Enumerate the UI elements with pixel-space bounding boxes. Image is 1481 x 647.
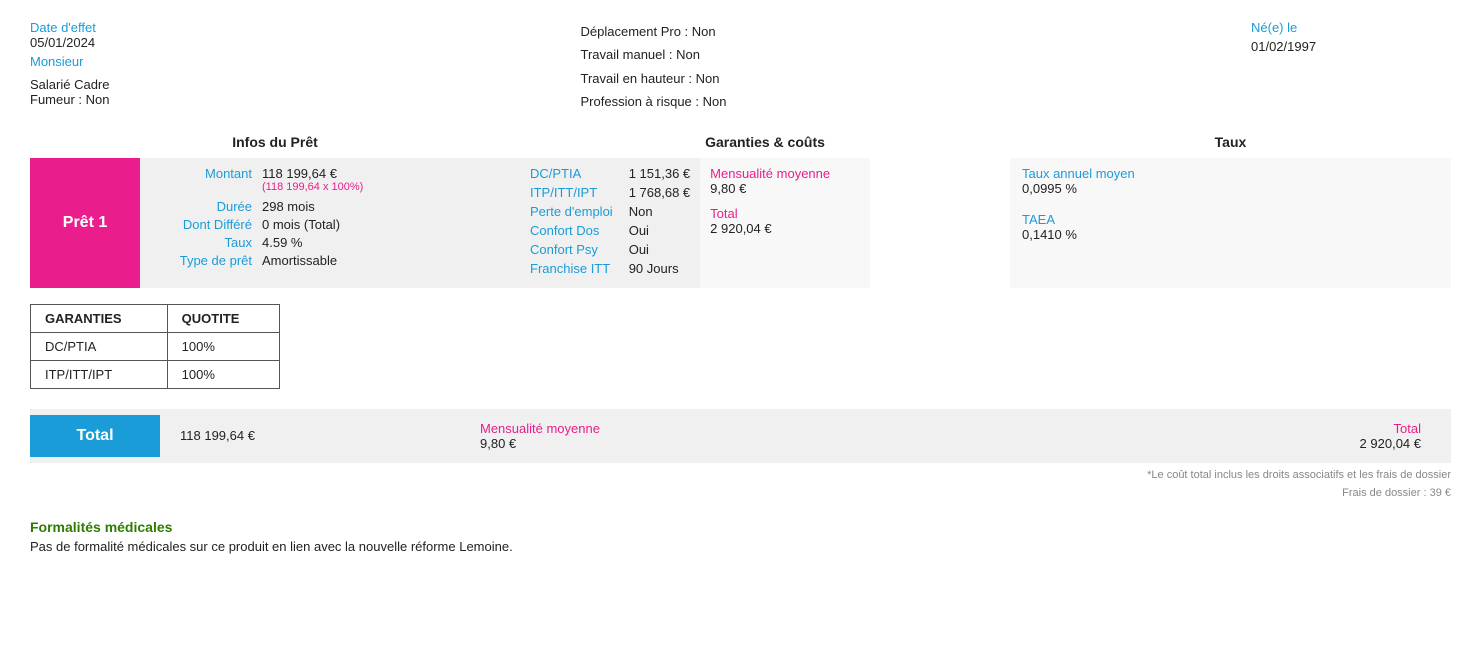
taea-row: TAEA 0,1410 %: [1022, 212, 1439, 242]
pret-label-box: Prêt 1: [30, 158, 140, 288]
garantie-perte-label: Perte d'emploi: [530, 204, 613, 219]
taea-label: TAEA: [1022, 212, 1122, 227]
garanties-left: DC/PTIA ITP/ITT/IPT Perte d'emploi Confo…: [520, 158, 700, 288]
salarie: Salarié Cadre Fumeur : Non: [30, 77, 210, 107]
garantie-dc-ptia-val: 1 151,36 €: [629, 166, 690, 181]
infos-pret-container: Prêt 1 Montant 118 199,64 € (118 199,64 …: [30, 158, 520, 288]
garantie-confort-psy-val: Oui: [629, 242, 690, 257]
mensualite-value: 9,80 €: [710, 181, 860, 196]
pret-details: Montant 118 199,64 € (118 199,64 x 100%)…: [140, 158, 520, 288]
taux-label: Taux: [152, 235, 252, 250]
taea-value: 0,1410 %: [1022, 227, 1122, 242]
pret-block: Prêt 1 Montant 118 199,64 € (118 199,64 …: [30, 158, 520, 288]
dont-differe-value: 0 mois (Total): [262, 217, 508, 232]
taux-annuel-label: Taux annuel moyen: [1022, 166, 1135, 181]
footnote2: Frais de dossier : 39 €: [30, 487, 1451, 499]
table-row: DC/PTIA 100%: [31, 332, 280, 360]
garantie-franchise-val: 90 Jours: [629, 261, 690, 276]
total-block: Total 2 920,04 €: [710, 206, 860, 236]
total-bar-total-label: Total: [1360, 421, 1421, 436]
taea-block: TAEA 0,1410 %: [1022, 212, 1122, 242]
garanties-middle: Mensualité moyenne 9,80 € Total 2 920,04…: [700, 158, 870, 288]
infos-pret-title: Infos du Prêt: [30, 134, 520, 150]
col-garanties: GARANTIES: [31, 304, 168, 332]
garanties-container: DC/PTIA ITP/ITT/IPT Perte d'emploi Confo…: [520, 158, 1010, 288]
date-label: Date d'effet: [30, 20, 210, 35]
quotite-table: GARANTIES QUOTITE DC/PTIA 100% ITP/ITT/I…: [30, 304, 280, 389]
mensualite-label: Mensualité moyenne: [710, 166, 860, 181]
mensualite-block: Mensualité moyenne 9,80 €: [710, 166, 860, 196]
taux-value: 4.59 %: [262, 235, 508, 250]
total-label: Total: [710, 206, 860, 221]
row1-quotite: 100%: [167, 332, 279, 360]
garantie-confort-dos-label: Confort Dos: [530, 223, 613, 238]
garantie-confort-psy-label: Confort Psy: [530, 242, 613, 257]
garantie-itp-val: 1 768,68 €: [629, 185, 690, 200]
main-block: Prêt 1 Montant 118 199,64 € (118 199,64 …: [30, 158, 1451, 288]
header-center: Déplacement Pro : Non Travail manuel : N…: [581, 20, 881, 114]
dont-differe-label: Dont Différé: [152, 217, 252, 232]
montant-label: Montant: [152, 166, 252, 196]
civilite: Monsieur: [30, 54, 210, 69]
taux-container: Taux annuel moyen 0,0995 % TAEA 0,1410 %: [1010, 158, 1451, 288]
duree-row: Durée 298 mois: [152, 199, 508, 214]
taux-annuel-row: Taux annuel moyen 0,0995 %: [1022, 166, 1439, 196]
total-bar-middle: Mensualité moyenne 9,80 €: [460, 409, 1330, 463]
date-value: 05/01/2024: [30, 35, 210, 50]
montant-sub: (118 199,64 x 100%): [262, 181, 508, 193]
taux-annuel-block: Taux annuel moyen 0,0995 %: [1022, 166, 1135, 196]
col-quotite: QUOTITE: [167, 304, 279, 332]
ne-date: 01/02/1997: [1251, 39, 1451, 54]
center-info: Déplacement Pro : Non Travail manuel : N…: [581, 20, 881, 114]
garantie-confort-dos-val: Oui: [629, 223, 690, 238]
travail-hauteur: Travail en hauteur : Non: [581, 67, 881, 90]
garantie-dc-ptia-label: DC/PTIA: [530, 166, 613, 181]
formalites-section: Formalités médicales Pas de formalité mé…: [30, 519, 1451, 554]
pret-label: Prêt 1: [63, 214, 107, 232]
formalites-title: Formalités médicales: [30, 519, 1451, 535]
total-mensualite-value: 9,80 €: [480, 436, 1310, 451]
garantie-perte-val: Non: [629, 204, 690, 219]
taux-row: Taux 4.59 %: [152, 235, 508, 250]
garantie-itp-label: ITP/ITT/IPT: [530, 185, 613, 200]
total-bar-right: Total 2 920,04 €: [1330, 409, 1451, 463]
total-value: 2 920,04 €: [710, 221, 860, 236]
header-section: Date d'effet 05/01/2024 Monsieur Salarié…: [30, 20, 1451, 114]
total-bar-total-value: 2 920,04 €: [1360, 436, 1421, 451]
formalites-text: Pas de formalité médicales sur ce produi…: [30, 539, 1451, 554]
row2-garantie: ITP/ITT/IPT: [31, 360, 168, 388]
total-bar: Total 118 199,64 € Mensualité moyenne 9,…: [30, 409, 1451, 463]
quotite-section: GARANTIES QUOTITE DC/PTIA 100% ITP/ITT/I…: [30, 304, 1451, 389]
profession-risque: Profession à risque : Non: [581, 90, 881, 113]
table-row: ITP/ITT/IPT 100%: [31, 360, 280, 388]
ne-label: Né(e) le: [1251, 20, 1451, 35]
garanties-block: DC/PTIA ITP/ITT/IPT Perte d'emploi Confo…: [520, 158, 1010, 288]
dont-differe-row: Dont Différé 0 mois (Total): [152, 217, 508, 232]
taux-block: Taux annuel moyen 0,0995 % TAEA 0,1410 %: [1010, 158, 1451, 288]
montant-value-block: 118 199,64 € (118 199,64 x 100%): [262, 166, 508, 196]
header-left: Date d'effet 05/01/2024 Monsieur Salarié…: [30, 20, 210, 114]
type-pret-value: Amortissable: [262, 253, 508, 268]
header-right: Né(e) le 01/02/1997: [1251, 20, 1451, 114]
footnote1: *Le coût total inclus les droits associa…: [30, 469, 1451, 481]
garantie-franchise-label: Franchise ITT: [530, 261, 613, 276]
garanties-title: Garanties & coûts: [520, 134, 1010, 150]
type-pret-label: Type de prêt: [152, 253, 252, 268]
taux-title: Taux: [1010, 134, 1451, 150]
total-mensualite-label: Mensualité moyenne: [480, 421, 1310, 436]
total-bar-amount: 118 199,64 €: [160, 416, 460, 455]
total-bar-label: Total: [30, 415, 160, 457]
duree-value: 298 mois: [262, 199, 508, 214]
type-pret-row: Type de prêt Amortissable: [152, 253, 508, 268]
taux-annuel-value: 0,0995 %: [1022, 181, 1135, 196]
montant-value: 118 199,64 €: [262, 166, 508, 181]
row1-garantie: DC/PTIA: [31, 332, 168, 360]
deplacement-pro: Déplacement Pro : Non: [581, 20, 881, 43]
montant-row: Montant 118 199,64 € (118 199,64 x 100%): [152, 166, 508, 196]
travail-manuel: Travail manuel : Non: [581, 43, 881, 66]
row2-quotite: 100%: [167, 360, 279, 388]
garanties-labels-col: DC/PTIA ITP/ITT/IPT Perte d'emploi Confo…: [530, 166, 613, 280]
garanties-values-col: 1 151,36 € 1 768,68 € Non Oui Oui 90 Jou…: [629, 166, 690, 280]
duree-label: Durée: [152, 199, 252, 214]
